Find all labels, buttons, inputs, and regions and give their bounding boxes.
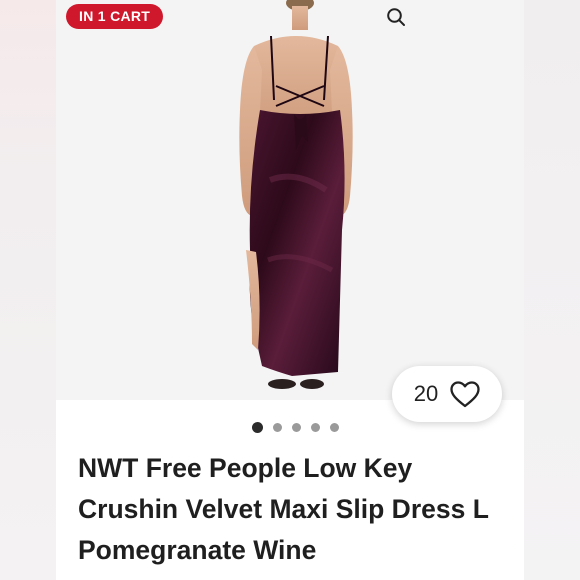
carousel-indicator [56,420,524,434]
dress-image [239,0,353,389]
heart-outline-icon [450,380,480,407]
carousel-dot[interactable] [272,422,282,432]
in-cart-badge: IN 1 CART [66,4,164,29]
carousel-dot-active[interactable] [251,421,263,433]
background-blur-right [524,0,580,580]
carousel-dot[interactable] [329,422,339,432]
background-blur-left [0,0,56,580]
product-photo[interactable]: IN 1 CART [56,0,524,400]
likes-count: 20 [413,381,439,406]
like-button[interactable]: 20 [392,366,502,422]
search-icon [387,8,405,26]
listing-card: IN 1 CART 20 NWT Free People Low Key Cru… [56,0,524,580]
carousel-dot[interactable] [291,422,301,432]
listing-title: NWT Free People Low Key Crushin Velvet M… [78,453,489,565]
search-button[interactable] [386,7,410,31]
carousel-dot[interactable] [310,422,320,432]
